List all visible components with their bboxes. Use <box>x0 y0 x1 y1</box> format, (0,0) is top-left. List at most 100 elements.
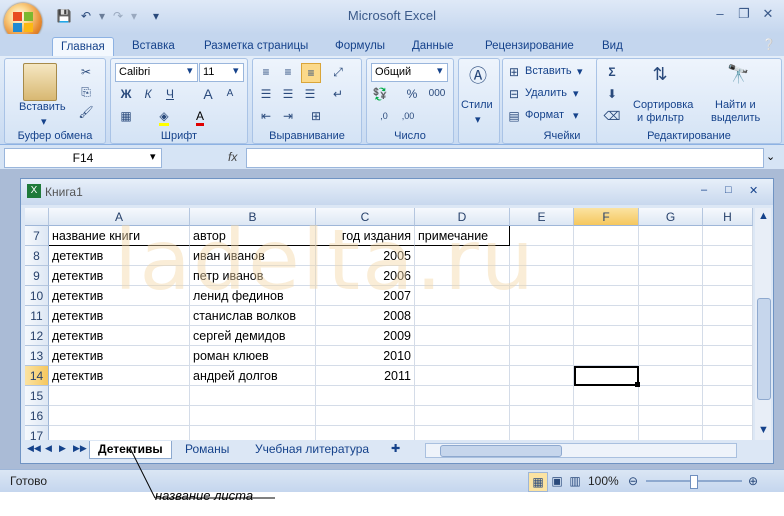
tab-page-layout[interactable]: Разметка страницы <box>196 37 316 56</box>
grid-cell[interactable] <box>703 286 753 306</box>
font-size-dropdown-icon[interactable]: ▾ <box>233 64 239 77</box>
minimize-icon[interactable]: – <box>710 6 730 22</box>
grid-cell[interactable] <box>49 406 190 426</box>
grid-cell[interactable] <box>574 346 639 366</box>
grid-cell[interactable] <box>510 346 574 366</box>
sort-filter-label-line1[interactable]: Сортировка <box>633 99 693 111</box>
grid-cell[interactable] <box>703 246 753 266</box>
prev-sheet-icon[interactable]: ◀ <box>45 443 52 454</box>
next-sheet-icon[interactable]: ▶ <box>59 443 66 454</box>
grid-cell[interactable] <box>703 226 753 246</box>
restore-icon[interactable]: ❐ <box>734 6 754 22</box>
wb-restore-icon[interactable]: □ <box>725 184 732 196</box>
fill-color-icon[interactable]: ◈ <box>155 107 173 126</box>
grid-cell[interactable] <box>415 326 510 346</box>
styles-button[interactable]: Стили <box>461 99 493 111</box>
sort-filter-icon[interactable]: ⇅ <box>651 65 669 83</box>
grid-cell[interactable] <box>415 306 510 326</box>
grid-cell[interactable] <box>510 326 574 346</box>
page-layout-view-icon[interactable]: ▣ <box>548 472 566 490</box>
grid-cell[interactable] <box>639 326 703 346</box>
page-break-view-icon[interactable]: ▥ <box>566 472 584 490</box>
grid-cell[interactable] <box>639 306 703 326</box>
grid-cell[interactable] <box>574 326 639 346</box>
font-color-button[interactable]: A <box>191 107 209 126</box>
insert-dropdown-icon[interactable]: ▾ <box>577 65 583 78</box>
increase-decimal-icon[interactable]: ,0 <box>375 107 393 125</box>
select-all-corner[interactable] <box>25 208 49 226</box>
align-middle-icon[interactable]: ≡ <box>279 63 297 81</box>
underline-button[interactable]: Ч <box>161 85 179 103</box>
clear-icon[interactable]: ⌫ <box>603 107 621 125</box>
row-header[interactable]: 16 <box>25 406 49 426</box>
shrink-font-button[interactable]: A <box>221 85 239 103</box>
cut-icon[interactable]: ✂ <box>77 63 95 81</box>
grid-cell[interactable] <box>703 306 753 326</box>
grid-cell[interactable] <box>190 426 316 440</box>
grow-font-button[interactable]: A <box>199 85 217 103</box>
sort-filter-label-line2[interactable]: и фильтр <box>637 112 684 124</box>
insert-cells-icon[interactable]: ⊞ <box>505 63 523 81</box>
grid-cell[interactable] <box>574 306 639 326</box>
align-top-icon[interactable]: ≡ <box>257 63 275 81</box>
wb-minimize-icon[interactable]: – <box>701 184 707 196</box>
help-icon[interactable]: ❔ <box>762 38 776 51</box>
grid-cell[interactable] <box>574 386 639 406</box>
grid-cell[interactable]: андрей долгов <box>190 366 316 386</box>
first-sheet-icon[interactable]: ◀◀ <box>27 443 41 454</box>
zoom-slider[interactable] <box>646 475 742 489</box>
row-header[interactable]: 8 <box>25 246 49 266</box>
grid-cell[interactable] <box>703 346 753 366</box>
grid-cell[interactable]: детектив <box>49 346 190 366</box>
insert-cells-button[interactable]: Вставить <box>525 65 572 77</box>
insert-function-button[interactable]: fx <box>228 150 237 164</box>
name-box[interactable]: F14 <box>4 148 162 168</box>
name-box-dropdown-icon[interactable]: ▾ <box>150 150 156 163</box>
zoom-slider-thumb[interactable] <box>690 475 698 489</box>
tab-formulas[interactable]: Формулы <box>327 37 393 56</box>
format-cells-icon[interactable]: ▤ <box>505 107 523 125</box>
styles-dropdown-icon[interactable]: ▾ <box>475 113 481 126</box>
grid-cell[interactable]: 2008 <box>316 306 415 326</box>
grid-cell[interactable] <box>639 226 703 246</box>
fill-handle[interactable] <box>635 382 640 387</box>
grid-cell[interactable] <box>703 266 753 286</box>
grid-cell[interactable] <box>316 406 415 426</box>
undo-icon[interactable]: ↶ <box>78 8 94 24</box>
format-painter-icon[interactable]: 🖌 <box>77 103 95 121</box>
expand-formula-bar-icon[interactable]: ⌄ <box>766 150 775 163</box>
row-header[interactable]: 17 <box>25 426 49 440</box>
grid-cell[interactable] <box>415 366 510 386</box>
borders-icon[interactable]: ▦ <box>117 107 135 125</box>
row-header[interactable]: 9 <box>25 266 49 286</box>
grid-cell[interactable]: роман клюев <box>190 346 316 366</box>
redo-icon[interactable]: ↷ <box>110 8 126 24</box>
grid-cell[interactable] <box>703 326 753 346</box>
column-header[interactable]: H <box>703 208 753 226</box>
close-icon[interactable]: ✕ <box>758 6 778 22</box>
percent-button[interactable]: % <box>403 85 421 103</box>
grid-cell[interactable] <box>190 386 316 406</box>
redo-dropdown-icon[interactable]: ▾ <box>126 8 142 24</box>
grid-cell[interactable] <box>574 426 639 440</box>
horizontal-scroll-thumb[interactable] <box>440 445 562 457</box>
grid-cell[interactable] <box>639 366 703 386</box>
delete-cells-button[interactable]: Удалить <box>525 87 567 99</box>
grid-cell[interactable] <box>415 426 510 440</box>
paste-icon[interactable] <box>23 63 57 101</box>
row-header[interactable]: 14 <box>25 366 49 386</box>
grid-cell[interactable] <box>49 426 190 440</box>
grid-cell[interactable]: 2009 <box>316 326 415 346</box>
align-right-icon[interactable]: ☰ <box>301 85 319 103</box>
grid-cell[interactable] <box>639 406 703 426</box>
paste-dropdown-icon[interactable]: ▾ <box>41 115 47 128</box>
number-format-dropdown-icon[interactable]: ▾ <box>437 64 443 77</box>
format-cells-button[interactable]: Формат <box>525 109 564 121</box>
grid-cell[interactable] <box>574 226 639 246</box>
grid-cell[interactable] <box>703 406 753 426</box>
formula-input[interactable] <box>246 148 764 168</box>
tab-review[interactable]: Рецензирование <box>477 37 582 56</box>
grid-cell[interactable]: детектив <box>49 366 190 386</box>
grid-cell[interactable]: 2011 <box>316 366 415 386</box>
grid-cell[interactable] <box>510 386 574 406</box>
